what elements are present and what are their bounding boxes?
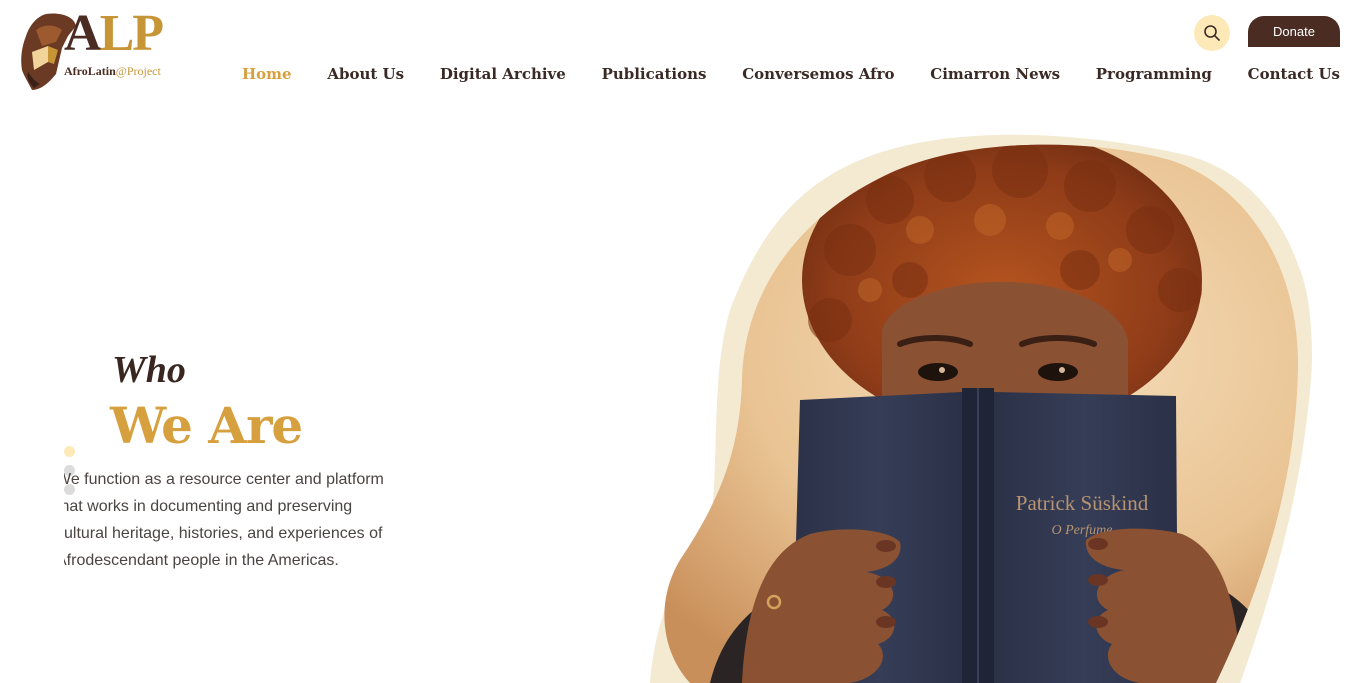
logo-wordmark: ALP <box>64 5 164 62</box>
nav-item-digital-archive[interactable]: Digital Archive <box>440 65 566 83</box>
hero-title-who: Who <box>112 349 186 391</box>
nav-item-cimarron-news[interactable]: Cimarron News <box>930 65 1060 83</box>
logo-subtitle-main: AfroLatin <box>64 64 116 78</box>
nav-item-publications[interactable]: Publications <box>602 65 707 83</box>
hero-description-wrap: We function as a resource center and pla… <box>64 466 404 606</box>
search-button[interactable] <box>1194 15 1230 51</box>
hero-title-we-are: We Are <box>110 396 303 455</box>
nav-item-conversemos-afro[interactable]: Conversemos Afro <box>742 65 894 83</box>
hero-image: Patrick Süskind O Perfume <box>650 134 1313 683</box>
logo-subtitle: AfroLatin@Project <box>64 64 161 79</box>
site-logo[interactable]: ALP AfroLatin@Project <box>18 8 188 96</box>
page: ALP AfroLatin@Project Donate Home About … <box>0 0 1366 683</box>
logo-letter-a: A <box>64 5 102 62</box>
nav-item-programming[interactable]: Programming <box>1096 65 1212 83</box>
logo-letters-lp: LP <box>99 5 164 62</box>
logo-subtitle-accent: @Project <box>115 64 161 78</box>
hero-description: We function as a resource center and pla… <box>64 471 384 569</box>
nav-item-home[interactable]: Home <box>242 65 292 83</box>
search-icon <box>1204 25 1220 41</box>
donate-button[interactable]: Donate <box>1248 16 1340 47</box>
nav-item-contact-us[interactable]: Contact Us <box>1248 65 1340 83</box>
slider-dot-active[interactable] <box>64 446 75 457</box>
main-nav: Home About Us Digital Archive Publicatio… <box>242 62 1340 86</box>
book-author: Patrick Süskind <box>1016 491 1149 515</box>
nav-item-about-us[interactable]: About Us <box>327 65 404 83</box>
